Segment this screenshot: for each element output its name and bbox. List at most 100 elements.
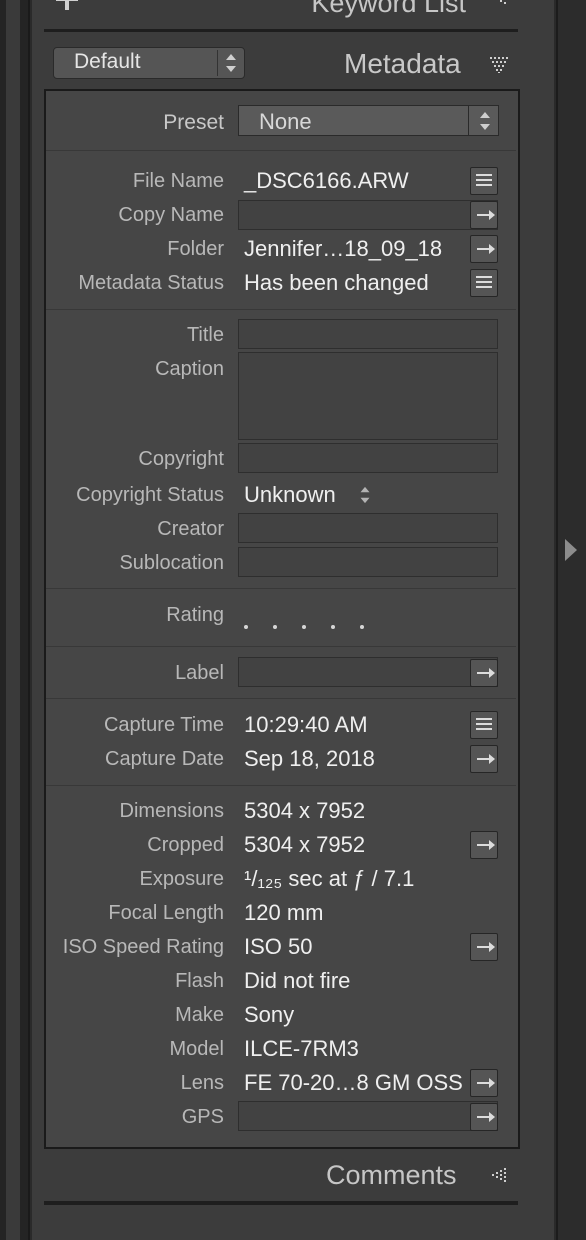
capture-date-label: Capture Date — [105, 748, 224, 770]
arrow-right-icon — [477, 754, 495, 764]
iso-arrow-button[interactable] — [470, 933, 498, 961]
cropped-label: Cropped — [147, 834, 224, 856]
label-label: Label — [175, 662, 224, 684]
metadata-status-button[interactable] — [470, 269, 498, 297]
folder-arrow-button[interactable] — [470, 235, 498, 263]
capture-date-arrow-button[interactable] — [470, 745, 498, 773]
make-value: Sony — [244, 1002, 295, 1027]
copyright-status-label: Copyright Status — [76, 484, 224, 506]
list-icon — [476, 174, 492, 188]
arrow-right-icon — [477, 1112, 495, 1122]
left-panel-edge — [0, 0, 30, 1240]
title-field[interactable] — [238, 319, 498, 349]
arrow-right-icon — [477, 1078, 495, 1088]
flash-label: Flash — [175, 970, 224, 992]
exposure-label: Exposure — [139, 868, 225, 890]
make-label: Make — [175, 1004, 224, 1026]
panel-divider — [44, 1201, 518, 1205]
metadata-view-dropdown[interactable]: Default — [53, 47, 245, 79]
capture-time-button[interactable] — [470, 711, 498, 739]
lens-arrow-button[interactable] — [470, 1069, 498, 1097]
focal-length-value: 120 mm — [244, 900, 324, 925]
list-icon — [476, 276, 492, 290]
creator-label: Creator — [157, 518, 224, 540]
lens-value: FE 70-20…8 GM OSS — [244, 1070, 463, 1095]
copy-name-field[interactable] — [238, 200, 498, 230]
dropdown-stepper-icon — [480, 112, 490, 130]
preset-dropdown[interactable]: None — [238, 105, 499, 136]
copyright-status-value[interactable]: Unknown — [244, 482, 336, 508]
arrow-right-icon — [477, 840, 495, 850]
rating-dot[interactable] — [273, 625, 277, 629]
label-field[interactable] — [238, 657, 498, 687]
section-divider — [46, 646, 516, 647]
arrow-right-icon — [477, 668, 495, 678]
panel-divider — [44, 29, 518, 32]
folder-label: Folder — [167, 238, 224, 260]
right-panel-edge — [556, 0, 586, 1240]
model-value: ILCE-7RM3 — [244, 1036, 359, 1061]
dropdown-stepper-icon — [226, 54, 236, 72]
preset-label: Preset — [163, 111, 224, 134]
copy-name-label: Copy Name — [118, 204, 224, 226]
rating-dot[interactable] — [331, 625, 335, 629]
flash-value: Did not fire — [244, 968, 351, 993]
model-label: Model — [169, 1038, 224, 1060]
add-keyword-icon[interactable] — [55, 0, 79, 12]
collapse-right-icon[interactable] — [565, 539, 577, 561]
copyright-label: Copyright — [138, 448, 224, 470]
copy-name-arrow-button[interactable] — [470, 201, 498, 229]
comments-panel-title[interactable]: Comments — [326, 1160, 457, 1191]
capture-time-label: Capture Time — [103, 714, 224, 736]
arrow-right-icon — [477, 244, 495, 254]
section-divider — [46, 150, 516, 151]
panel-toggle-icon[interactable] — [490, 0, 508, 10]
keyword-list-title[interactable]: Keyword List — [311, 0, 466, 19]
creator-field[interactable] — [238, 513, 498, 543]
dimensions-label: Dimensions — [119, 800, 224, 822]
capture-date-value: Sep 18, 2018 — [244, 746, 375, 771]
sublocation-field[interactable] — [238, 547, 498, 577]
arrow-right-icon — [477, 210, 495, 220]
section-divider — [46, 588, 516, 589]
copyright-field[interactable] — [238, 443, 498, 473]
metadata-panel-title[interactable]: Metadata — [344, 48, 461, 80]
panel-toggle-icon[interactable] — [490, 1168, 508, 1184]
caption-field[interactable] — [238, 352, 498, 440]
metadata-status-label: Metadata Status — [78, 272, 224, 294]
gps-arrow-button[interactable] — [470, 1103, 498, 1131]
file-name-label: File Name — [132, 170, 224, 192]
preset-value: None — [259, 109, 312, 134]
cropped-arrow-button[interactable] — [470, 831, 498, 859]
section-divider — [46, 785, 516, 786]
gps-field[interactable] — [238, 1101, 498, 1131]
label-arrow-button[interactable] — [470, 659, 498, 687]
section-divider — [46, 698, 516, 699]
sublocation-label: Sublocation — [119, 552, 224, 574]
title-label: Title — [186, 324, 224, 346]
lens-label: Lens — [180, 1072, 224, 1094]
caption-label: Caption — [155, 358, 224, 380]
rating-dot[interactable] — [360, 625, 364, 629]
rating-dot[interactable] — [302, 625, 306, 629]
capture-time-value: 10:29:40 AM — [244, 712, 368, 737]
rating-label: Rating — [166, 604, 224, 626]
list-icon — [476, 718, 492, 732]
gps-label: GPS — [181, 1106, 224, 1128]
file-name-action-button[interactable] — [470, 167, 498, 195]
iso-label: ISO Speed Rating — [62, 936, 224, 958]
rating-dot[interactable] — [244, 625, 248, 629]
metadata-view-value: Default — [74, 50, 141, 73]
file-name-value[interactable]: _DSC6166.ARW — [244, 168, 409, 194]
arrow-right-icon — [477, 942, 495, 952]
exposure-value: ¹/₁₂₅ sec at ƒ / 7.1 — [244, 866, 415, 891]
folder-value: Jennifer…18_09_18 — [244, 236, 443, 261]
metadata-status-value: Has been changed — [244, 270, 429, 295]
focal-length-label: Focal Length — [108, 902, 224, 924]
cropped-value: 5304 x 7952 — [244, 832, 366, 857]
rating-stars[interactable] — [244, 616, 389, 634]
copyright-status-stepper-icon[interactable] — [360, 486, 370, 504]
panel-expand-icon[interactable] — [490, 57, 508, 73]
iso-value: ISO 50 — [244, 934, 313, 959]
section-divider — [46, 309, 516, 310]
